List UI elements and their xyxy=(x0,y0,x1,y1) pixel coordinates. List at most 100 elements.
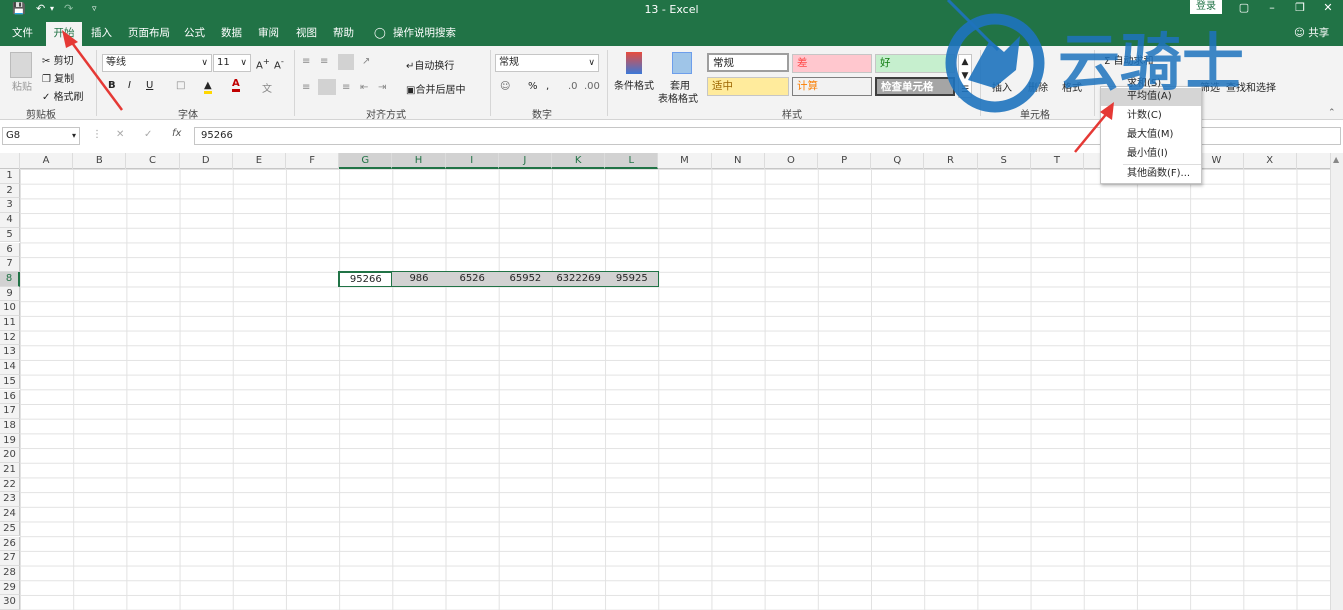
row-header[interactable]: 17 xyxy=(0,404,20,419)
row-header[interactable]: 6 xyxy=(0,242,20,258)
tab-page-layout[interactable]: 页面布局 xyxy=(124,22,174,46)
column-header[interactable]: I xyxy=(445,153,499,169)
insert-cells-button[interactable]: 插入 xyxy=(992,79,1012,94)
table-cell[interactable]: 65952 xyxy=(498,271,552,287)
merge-center-button[interactable]: ▣合并后居中 xyxy=(406,81,465,96)
minimize-icon[interactable]: – xyxy=(1262,1,1282,17)
grow-font-icon[interactable]: A+ xyxy=(256,56,270,71)
comma-icon[interactable]: , xyxy=(546,81,549,92)
ribbon-display-icon[interactable]: ▢ xyxy=(1234,1,1254,17)
tab-view[interactable]: 视图 xyxy=(292,22,321,46)
tab-help[interactable]: 帮助 xyxy=(329,22,358,46)
row-header[interactable]: 29 xyxy=(0,580,20,596)
align-right-icon[interactable]: ≡ xyxy=(342,82,350,93)
tab-insert[interactable]: 插入 xyxy=(87,22,116,46)
format-painter-button[interactable]: ✓ 格式刷 xyxy=(42,88,84,103)
row-header[interactable]: 13 xyxy=(0,345,20,361)
font-color-icon[interactable]: A xyxy=(232,78,240,92)
tab-file[interactable]: 文件 xyxy=(8,22,37,46)
column-header[interactable]: N xyxy=(712,153,765,169)
style-normal[interactable]: 常规 xyxy=(707,53,789,72)
orientation-icon[interactable]: ↗ xyxy=(362,56,370,67)
column-header[interactable]: L xyxy=(605,153,659,169)
column-header[interactable]: C xyxy=(126,153,180,169)
row-header[interactable]: 22 xyxy=(0,477,20,493)
table-cell[interactable]: 95925 xyxy=(605,271,659,287)
scroll-up-icon[interactable]: ▲ xyxy=(1333,155,1339,164)
menu-item-max[interactable]: 最大值(M) xyxy=(1101,126,1201,144)
row-header[interactable]: 8 xyxy=(0,271,20,287)
style-bad[interactable]: 差 xyxy=(792,54,872,73)
menu-item-more-functions[interactable]: 其他函数(F)... xyxy=(1101,165,1201,183)
insert-function-icon[interactable]: fx xyxy=(172,128,181,139)
align-top-icon[interactable]: ≡ xyxy=(302,56,310,67)
row-header[interactable]: 25 xyxy=(0,521,20,537)
autosum-button[interactable]: Σ 自动求和 xyxy=(1104,52,1154,67)
close-icon[interactable]: ✕ xyxy=(1318,1,1338,17)
row-header[interactable]: 20 xyxy=(0,448,20,463)
column-header[interactable]: M xyxy=(658,153,712,169)
increase-indent-icon[interactable]: ⇥ xyxy=(378,82,386,93)
row-header[interactable]: 5 xyxy=(0,227,20,243)
font-size-select[interactable]: 11 ∨ xyxy=(213,54,251,72)
shrink-font-icon[interactable]: A- xyxy=(274,56,284,71)
style-neutral[interactable]: 适中 xyxy=(707,77,789,96)
menu-item-count[interactable]: 计数(C) xyxy=(1101,107,1201,125)
accounting-icon[interactable]: ☺ xyxy=(500,81,510,92)
column-header[interactable]: D xyxy=(180,153,233,169)
decrease-indent-icon[interactable]: ⇤ xyxy=(360,82,368,93)
row-header[interactable]: 16 xyxy=(0,389,20,405)
row-header[interactable]: 24 xyxy=(0,507,20,522)
decrease-decimal-icon[interactable]: .00 xyxy=(584,81,600,92)
restore-icon[interactable]: ❐ xyxy=(1290,1,1310,17)
row-header[interactable]: 21 xyxy=(0,463,20,478)
percent-icon[interactable]: % xyxy=(528,81,538,92)
column-header[interactable]: G xyxy=(339,153,393,169)
cancel-icon[interactable]: ✕ xyxy=(116,129,124,140)
table-cell[interactable]: 6322269 xyxy=(552,271,606,287)
style-check-cell[interactable]: 检查单元格 xyxy=(875,77,955,96)
row-header[interactable]: 7 xyxy=(0,257,20,272)
wrap-text-button[interactable]: ↵自动换行 xyxy=(406,57,454,72)
paste-button[interactable]: 粘贴 xyxy=(12,78,32,93)
column-header[interactable]: R xyxy=(924,153,978,169)
style-good[interactable]: 好 xyxy=(875,54,955,73)
tab-review[interactable]: 审阅 xyxy=(254,22,283,46)
phonetic-icon[interactable]: 文 xyxy=(262,80,272,95)
row-header[interactable]: 19 xyxy=(0,433,20,449)
row-header[interactable]: 3 xyxy=(0,198,20,214)
collapse-ribbon-icon[interactable]: ⌃ xyxy=(1328,108,1336,118)
column-header[interactable]: H xyxy=(392,153,446,169)
row-header[interactable]: 14 xyxy=(0,360,20,375)
style-calculation[interactable]: 计算 xyxy=(792,77,872,96)
table-cell[interactable]: 986 xyxy=(392,271,446,287)
row-header[interactable]: 2 xyxy=(0,183,20,199)
column-header[interactable]: K xyxy=(552,153,606,169)
sort-filter-button[interactable]: 筛选 xyxy=(1200,79,1220,94)
align-bottom-icon[interactable] xyxy=(338,54,354,70)
vertical-scrollbar[interactable]: ▲ xyxy=(1330,153,1343,610)
table-cell[interactable]: 95266 xyxy=(339,271,393,287)
row-header[interactable]: 4 xyxy=(0,213,20,228)
row-header[interactable]: 28 xyxy=(0,565,20,581)
name-box[interactable]: G8 ▾ xyxy=(2,127,80,145)
underline-icon[interactable]: U xyxy=(146,80,153,91)
format-cells-button[interactable]: 格式 xyxy=(1062,79,1082,94)
row-header[interactable]: 11 xyxy=(0,316,20,331)
menu-item-average[interactable]: 平均值(A) xyxy=(1101,88,1201,106)
delete-cells-button[interactable]: 删除 xyxy=(1028,79,1048,94)
column-header[interactable]: A xyxy=(20,153,74,169)
column-header[interactable]: O xyxy=(765,153,818,169)
column-header[interactable]: T xyxy=(1031,153,1084,169)
border-icon[interactable]: □ xyxy=(176,80,185,91)
copy-button[interactable]: ❐ 复制 xyxy=(42,70,74,85)
row-header[interactable]: 18 xyxy=(0,418,20,434)
row-header[interactable]: 26 xyxy=(0,536,20,552)
share-button[interactable]: ☺ 共享 xyxy=(1294,22,1329,44)
find-select-button[interactable]: 查找和选择 xyxy=(1226,79,1276,94)
column-header[interactable]: B xyxy=(73,153,127,169)
column-header[interactable]: E xyxy=(233,153,286,169)
row-header[interactable]: 10 xyxy=(0,301,20,316)
row-header[interactable]: 27 xyxy=(0,551,20,566)
cut-button[interactable]: ✂ 剪切 xyxy=(42,52,74,67)
